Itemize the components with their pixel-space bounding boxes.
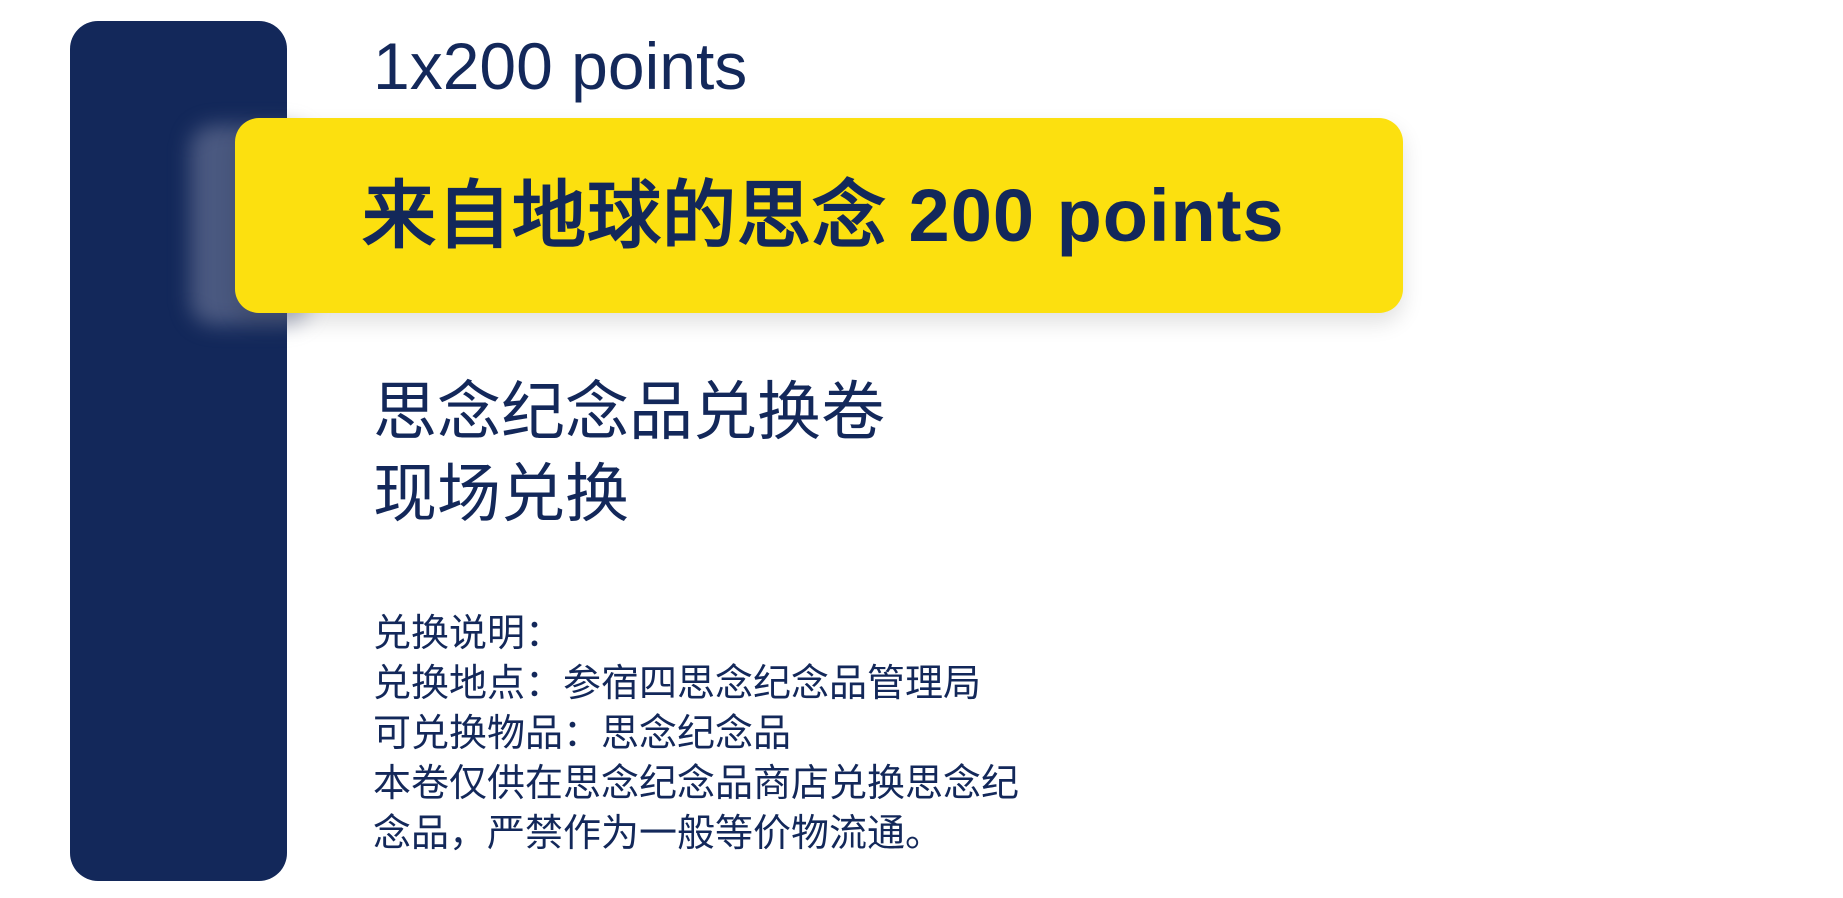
heading-line: 现场兑换 bbox=[373, 458, 629, 532]
redemption-notes: 兑换说明： 兑换地点：参宿四思念纪念品管理局 可兑换物品：思念纪念品 本卷仅供在… bbox=[373, 608, 1019, 858]
points-banner: 来自地球的思念 200 points bbox=[235, 118, 1403, 313]
voucher-heading: 思念纪念品兑换卷 现场兑换 bbox=[373, 372, 885, 536]
notes-title: 兑换说明： bbox=[373, 611, 564, 655]
notes-line: 兑换地点：参宿四思念纪念品管理局 bbox=[373, 661, 982, 705]
notes-line: 可兑换物品：思念纪念品 bbox=[373, 711, 792, 755]
banner-title: 来自地球的思念 200 points bbox=[362, 173, 1285, 257]
heading-line: 思念纪念品兑换卷 bbox=[373, 376, 885, 450]
notes-line: 念品，严禁作为一般等价物流通。 bbox=[373, 811, 944, 855]
points-count: 1x200 points bbox=[373, 29, 748, 103]
notes-line: 本卷仅供在思念纪念品商店兑换思念纪 bbox=[373, 761, 1020, 805]
